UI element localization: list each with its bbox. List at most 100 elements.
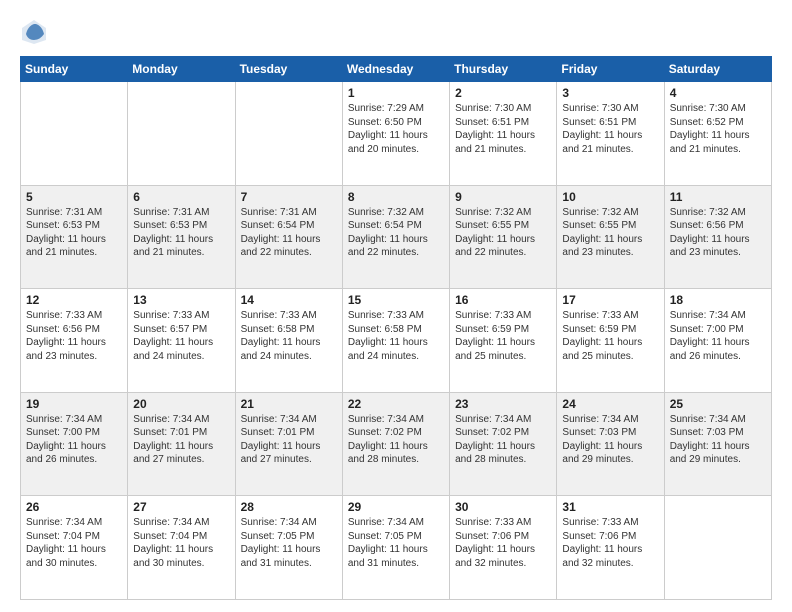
weekday-header-thursday: Thursday xyxy=(450,57,557,82)
day-number: 17 xyxy=(562,293,658,307)
day-number: 11 xyxy=(670,190,766,204)
weekday-header-monday: Monday xyxy=(128,57,235,82)
day-number: 26 xyxy=(26,500,122,514)
day-info: Sunrise: 7:33 AM Sunset: 7:06 PM Dayligh… xyxy=(455,516,551,570)
day-info: Sunrise: 7:32 AM Sunset: 6:56 PM Dayligh… xyxy=(670,206,766,260)
calendar-cell: 17 Sunrise: 7:33 AM Sunset: 6:59 PM Dayli… xyxy=(557,289,664,393)
weekday-header-wednesday: Wednesday xyxy=(342,57,449,82)
day-number: 9 xyxy=(455,190,551,204)
calendar-cell: 18 Sunrise: 7:34 AM Sunset: 7:00 PM Dayli… xyxy=(664,289,771,393)
weekday-header-sunday: Sunday xyxy=(21,57,128,82)
day-number: 20 xyxy=(133,397,229,411)
day-info: Sunrise: 7:34 AM Sunset: 7:03 PM Dayligh… xyxy=(670,413,766,467)
week-row-2: 5 Sunrise: 7:31 AM Sunset: 6:53 PM Daylig… xyxy=(21,185,772,289)
day-number: 24 xyxy=(562,397,658,411)
logo xyxy=(20,18,52,46)
day-info: Sunrise: 7:34 AM Sunset: 7:03 PM Dayligh… xyxy=(562,413,658,467)
calendar-cell: 6Sunrise: 7:31 AM Sunset: 6:53 PM Daylig… xyxy=(128,185,235,289)
calendar-cell: 13 Sunrise: 7:33 AM Sunset: 6:57 PM Dayli… xyxy=(128,289,235,393)
day-number: 2 xyxy=(455,86,551,100)
day-number: 8 xyxy=(348,190,444,204)
day-info: Sunrise: 7:34 AM Sunset: 7:05 PM Dayligh… xyxy=(241,516,337,570)
calendar-cell: 25 Sunrise: 7:34 AM Sunset: 7:03 PM Dayli… xyxy=(664,392,771,496)
calendar-cell xyxy=(664,496,771,600)
calendar-cell: 15Sunrise: 7:33 AM Sunset: 6:58 PM Dayli… xyxy=(342,289,449,393)
day-number: 27 xyxy=(133,500,229,514)
weekday-header-row: SundayMondayTuesdayWednesdayThursdayFrid… xyxy=(21,57,772,82)
calendar-cell: 11 Sunrise: 7:32 AM Sunset: 6:56 PM Dayli… xyxy=(664,185,771,289)
week-row-4: 19 Sunrise: 7:34 AM Sunset: 7:00 PM Dayli… xyxy=(21,392,772,496)
calendar-cell: 4Sunrise: 7:30 AM Sunset: 6:52 PM Daylig… xyxy=(664,82,771,186)
day-number: 16 xyxy=(455,293,551,307)
calendar-cell: 28 Sunrise: 7:34 AM Sunset: 7:05 PM Dayli… xyxy=(235,496,342,600)
day-info: Sunrise: 7:33 AM Sunset: 6:57 PM Dayligh… xyxy=(133,309,229,363)
day-info: Sunrise: 7:34 AM Sunset: 7:01 PM Dayligh… xyxy=(133,413,229,467)
day-number: 19 xyxy=(26,397,122,411)
day-number: 18 xyxy=(670,293,766,307)
calendar-cell: 21 Sunrise: 7:34 AM Sunset: 7:01 PM Dayli… xyxy=(235,392,342,496)
calendar-table: SundayMondayTuesdayWednesdayThursdayFrid… xyxy=(20,56,772,600)
day-info: Sunrise: 7:32 AM Sunset: 6:55 PM Dayligh… xyxy=(455,206,551,260)
day-info: Sunrise: 7:32 AM Sunset: 6:54 PM Dayligh… xyxy=(348,206,444,260)
day-number: 13 xyxy=(133,293,229,307)
calendar-cell: 9 Sunrise: 7:32 AM Sunset: 6:55 PM Daylig… xyxy=(450,185,557,289)
calendar-cell: 1 Sunrise: 7:29 AM Sunset: 6:50 PM Daylig… xyxy=(342,82,449,186)
day-info: Sunrise: 7:33 AM Sunset: 7:06 PM Dayligh… xyxy=(562,516,658,570)
calendar-cell xyxy=(235,82,342,186)
day-number: 14 xyxy=(241,293,337,307)
calendar-cell: 2Sunrise: 7:30 AM Sunset: 6:51 PM Daylig… xyxy=(450,82,557,186)
weekday-header-tuesday: Tuesday xyxy=(235,57,342,82)
day-info: Sunrise: 7:33 AM Sunset: 6:56 PM Dayligh… xyxy=(26,309,122,363)
day-number: 31 xyxy=(562,500,658,514)
day-number: 29 xyxy=(348,500,444,514)
calendar-cell: 26 Sunrise: 7:34 AM Sunset: 7:04 PM Dayli… xyxy=(21,496,128,600)
day-number: 1 xyxy=(348,86,444,100)
calendar-cell: 5 Sunrise: 7:31 AM Sunset: 6:53 PM Daylig… xyxy=(21,185,128,289)
day-info: Sunrise: 7:33 AM Sunset: 6:59 PM Dayligh… xyxy=(562,309,658,363)
calendar-cell: 23 Sunrise: 7:34 AM Sunset: 7:02 PM Dayli… xyxy=(450,392,557,496)
day-info: Sunrise: 7:34 AM Sunset: 7:02 PM Dayligh… xyxy=(348,413,444,467)
day-info: Sunrise: 7:34 AM Sunset: 7:02 PM Dayligh… xyxy=(455,413,551,467)
calendar-cell: 29 Sunrise: 7:34 AM Sunset: 7:05 PM Dayli… xyxy=(342,496,449,600)
day-number: 12 xyxy=(26,293,122,307)
day-number: 25 xyxy=(670,397,766,411)
day-number: 30 xyxy=(455,500,551,514)
day-info: Sunrise: 7:34 AM Sunset: 7:01 PM Dayligh… xyxy=(241,413,337,467)
day-info: Sunrise: 7:34 AM Sunset: 7:00 PM Dayligh… xyxy=(670,309,766,363)
day-info: Sunrise: 7:34 AM Sunset: 7:00 PM Dayligh… xyxy=(26,413,122,467)
day-info: Sunrise: 7:30 AM Sunset: 6:51 PM Dayligh… xyxy=(562,102,658,156)
day-info: Sunrise: 7:31 AM Sunset: 6:53 PM Dayligh… xyxy=(26,206,122,260)
day-number: 28 xyxy=(241,500,337,514)
day-number: 23 xyxy=(455,397,551,411)
calendar-cell: 19 Sunrise: 7:34 AM Sunset: 7:00 PM Dayli… xyxy=(21,392,128,496)
day-info: Sunrise: 7:34 AM Sunset: 7:04 PM Dayligh… xyxy=(133,516,229,570)
day-info: Sunrise: 7:29 AM Sunset: 6:50 PM Dayligh… xyxy=(348,102,444,156)
day-info: Sunrise: 7:31 AM Sunset: 6:54 PM Dayligh… xyxy=(241,206,337,260)
day-number: 5 xyxy=(26,190,122,204)
header xyxy=(20,18,772,46)
logo-icon xyxy=(20,18,48,46)
weekday-header-friday: Friday xyxy=(557,57,664,82)
calendar-cell: 12 Sunrise: 7:33 AM Sunset: 6:56 PM Dayli… xyxy=(21,289,128,393)
day-info: Sunrise: 7:33 AM Sunset: 6:58 PM Dayligh… xyxy=(241,309,337,363)
calendar-cell: 30 Sunrise: 7:33 AM Sunset: 7:06 PM Dayli… xyxy=(450,496,557,600)
calendar-cell: 7Sunrise: 7:31 AM Sunset: 6:54 PM Daylig… xyxy=(235,185,342,289)
week-row-1: 1 Sunrise: 7:29 AM Sunset: 6:50 PM Daylig… xyxy=(21,82,772,186)
calendar-cell: 14 Sunrise: 7:33 AM Sunset: 6:58 PM Dayli… xyxy=(235,289,342,393)
calendar-cell: 31 Sunrise: 7:33 AM Sunset: 7:06 PM Dayli… xyxy=(557,496,664,600)
calendar-cell: 24 Sunrise: 7:34 AM Sunset: 7:03 PM Dayli… xyxy=(557,392,664,496)
day-number: 3 xyxy=(562,86,658,100)
day-number: 21 xyxy=(241,397,337,411)
calendar-cell: 27 Sunrise: 7:34 AM Sunset: 7:04 PM Dayli… xyxy=(128,496,235,600)
weekday-header-saturday: Saturday xyxy=(664,57,771,82)
calendar-cell: 3 Sunrise: 7:30 AM Sunset: 6:51 PM Daylig… xyxy=(557,82,664,186)
day-info: Sunrise: 7:34 AM Sunset: 7:05 PM Dayligh… xyxy=(348,516,444,570)
week-row-3: 12 Sunrise: 7:33 AM Sunset: 6:56 PM Dayli… xyxy=(21,289,772,393)
day-info: Sunrise: 7:33 AM Sunset: 6:59 PM Dayligh… xyxy=(455,309,551,363)
calendar-cell: 20 Sunrise: 7:34 AM Sunset: 7:01 PM Dayli… xyxy=(128,392,235,496)
calendar-cell: 22Sunrise: 7:34 AM Sunset: 7:02 PM Dayli… xyxy=(342,392,449,496)
day-number: 10 xyxy=(562,190,658,204)
day-info: Sunrise: 7:31 AM Sunset: 6:53 PM Dayligh… xyxy=(133,206,229,260)
calendar-cell: 8 Sunrise: 7:32 AM Sunset: 6:54 PM Daylig… xyxy=(342,185,449,289)
day-info: Sunrise: 7:34 AM Sunset: 7:04 PM Dayligh… xyxy=(26,516,122,570)
